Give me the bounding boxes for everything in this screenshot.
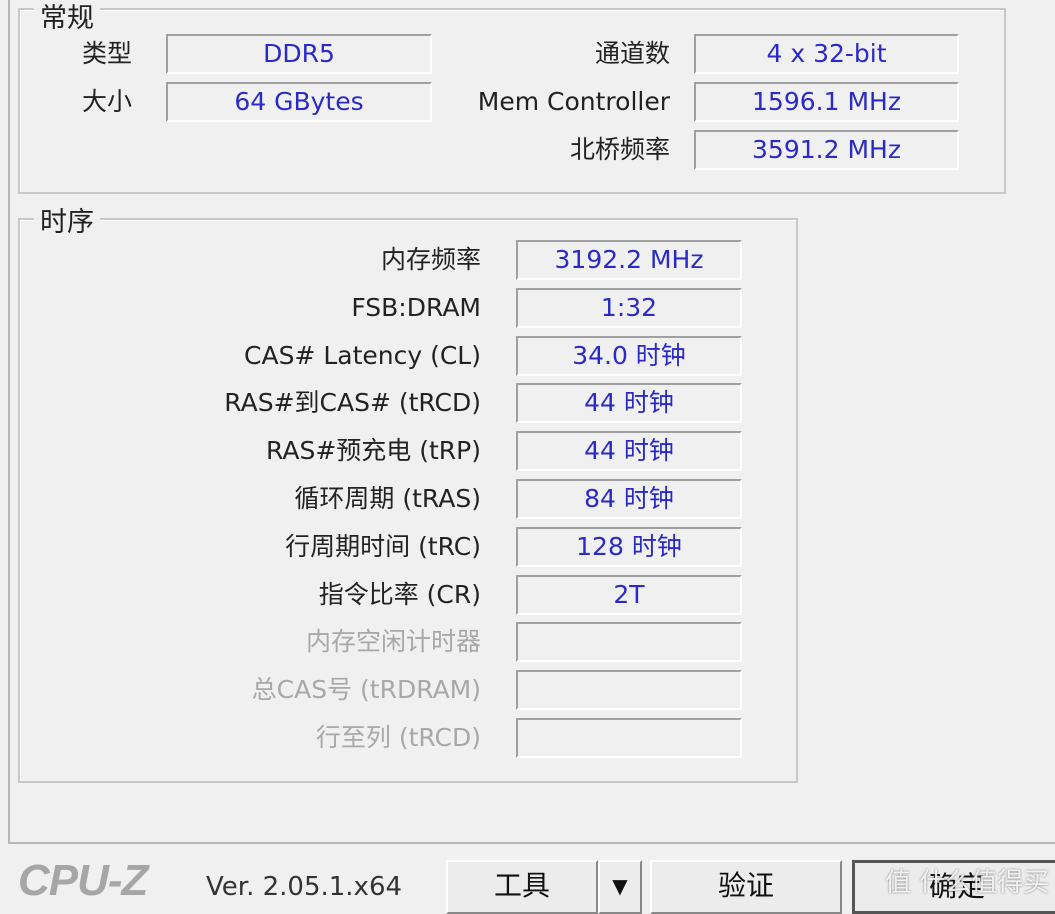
timing-value: 84 时钟 [516, 479, 742, 519]
size-value: 64 GBytes [166, 82, 432, 122]
size-label: 大小 [81, 87, 132, 116]
caret-down-icon: ▼ [612, 874, 628, 898]
timing-label: 循环周期 (tRAS) [294, 484, 481, 513]
timing-label: 行至列 (tRCD) [315, 723, 481, 752]
mem-controller-value: 1596.1 MHz [694, 82, 959, 122]
general-group-title: 常规 [34, 0, 100, 35]
timing-label: RAS#到CAS# (tRCD) [224, 388, 481, 418]
northbridge-value: 3591.2 MHz [694, 130, 959, 170]
tools-button[interactable]: 工具 [446, 860, 598, 914]
type-value: DDR5 [166, 34, 432, 74]
timing-value: 34.0 时钟 [516, 335, 742, 376]
timing-value: 3192.2 MHz [516, 240, 742, 280]
watermark: 值 什么值得买 [885, 868, 1050, 898]
cpuz-logo: CPU-Z [18, 856, 148, 905]
timing-label: 指令比率 (CR) [318, 579, 481, 609]
timing-value [516, 718, 742, 758]
timing-label: 内存频率 [380, 245, 481, 274]
timing-label: 总CAS号 (tRDRAM) [251, 675, 481, 705]
validate-button[interactable]: 验证 [650, 860, 842, 914]
type-label: 类型 [81, 39, 132, 68]
timing-value: 44 时钟 [516, 383, 742, 424]
timing-label: CAS# Latency (CL) [244, 340, 481, 370]
timing-label: 内存空闲计时器 [305, 627, 481, 657]
timing-value: 1:32 [516, 287, 742, 328]
timing-value: 2T [516, 574, 742, 615]
timing-value: 44 时钟 [516, 431, 742, 472]
timing-value: 128 时钟 [516, 526, 742, 567]
channels-value: 4 x 32-bit [694, 34, 959, 74]
channels-label: 通道数 [594, 39, 670, 68]
mem-controller-label: Mem Controller [477, 87, 670, 116]
timing-label: 行周期时间 (tRC) [285, 531, 481, 561]
version-label: Ver. 2.05.1.x64 [206, 872, 403, 902]
timing-label: RAS#预充电 (tRP) [266, 436, 481, 466]
timing-label: FSB:DRAM [351, 292, 481, 322]
northbridge-label: 北桥频率 [569, 135, 670, 164]
timings-group-title: 时序 [34, 200, 100, 239]
footer-bar: CPU-Z Ver. 2.05.1.x64 工具 ▼ 验证 确定 值 什么值得买 [0, 850, 1055, 914]
timing-value [516, 622, 742, 663]
timing-value [516, 670, 742, 711]
tools-dropdown-button[interactable]: ▼ [598, 860, 642, 914]
